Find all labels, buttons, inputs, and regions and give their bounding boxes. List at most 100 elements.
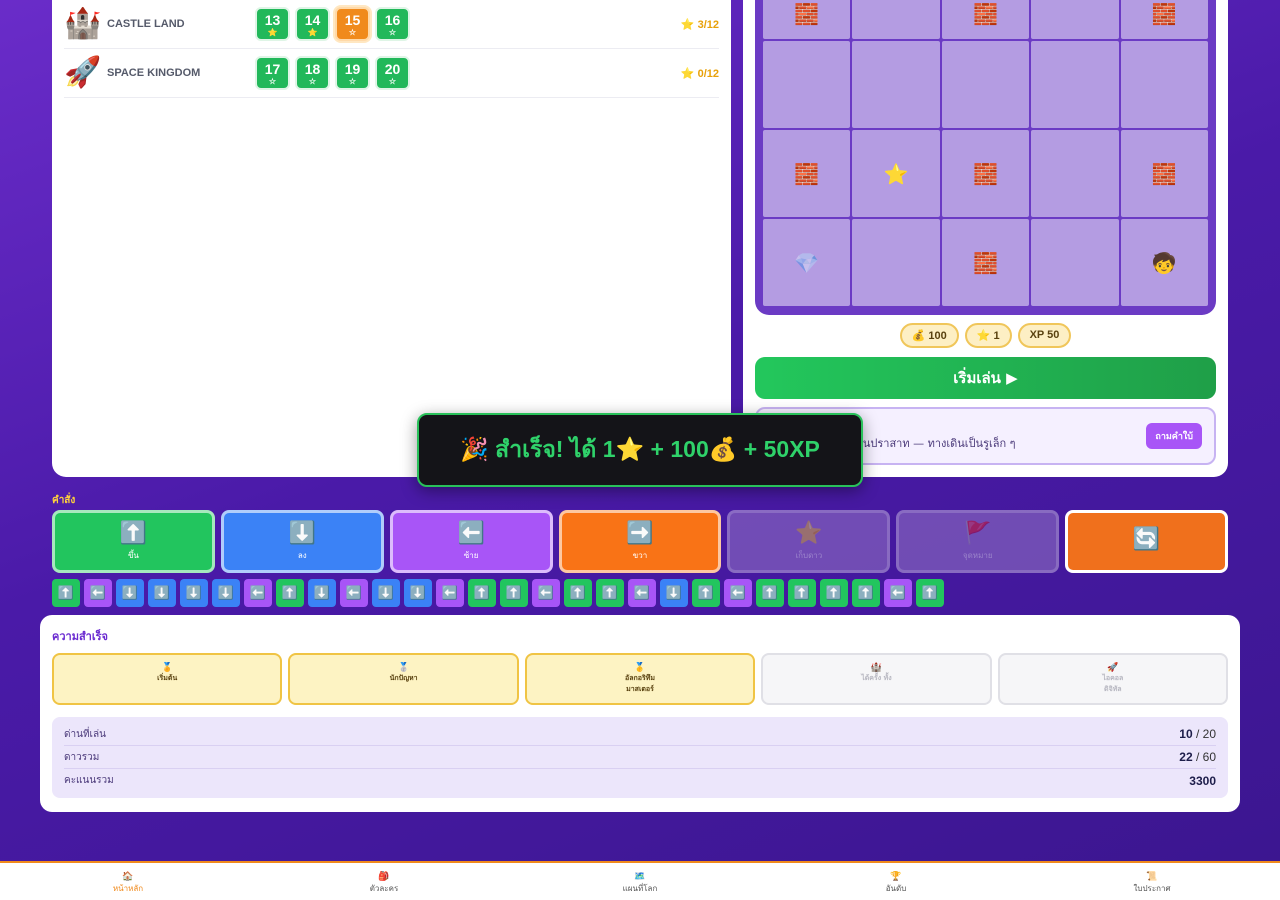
sequence-step-down[interactable]: ⬇️ [308,579,336,607]
world-row: 🏰 CASTLE LAND 13 ⭐ 14 ⭐ 15 ☆ 16 ☆ ⭐ 3/12 [64,0,719,49]
sequence-step-up[interactable]: ⬆️ [852,579,880,607]
left-button[interactable]: ⬅️ ซ้าย [389,510,553,573]
stat-value: 22 / 60 [1179,750,1216,764]
board-cell [1031,130,1119,217]
board-cell: 🧱 [1120,0,1208,39]
sequence-step-up[interactable]: ⬆️ [788,579,816,607]
ask-hint-button[interactable]: ถามคำใบ้ [1146,423,1202,449]
stat-number: 3300 [1189,773,1216,788]
level-button-15[interactable]: 15 ☆ [335,7,370,41]
sequence-step-up[interactable]: ⬆️ [756,579,784,607]
level-number: 18 [304,61,321,77]
down-button[interactable]: ⬇️ ลง [220,510,384,573]
medal-icon: 🥇 [634,663,646,673]
level-number: 16 [384,12,401,28]
sequence-step-down[interactable]: ⬇️ [180,579,208,607]
sequence-step-down[interactable]: ⬇️ [148,579,176,607]
sequence-step-up[interactable]: ⬆️ [596,579,624,607]
sequence-step-down[interactable]: ⬇️ [372,579,400,607]
sequence-step-up[interactable]: ⬆️ [692,579,720,607]
sequence-step-left[interactable]: ⬅️ [532,579,560,607]
command-label: เก็บดาว [795,551,823,560]
board-cell [852,0,940,39]
arrow-right-icon: ➡️ [626,521,654,546]
level-button-17[interactable]: 17 ☆ [255,56,290,90]
sequence-step-up[interactable]: ⬆️ [500,579,528,607]
flag-icon: 🚩 [964,521,992,546]
achievements-title: ความสำเร็จ [52,630,108,643]
sequence-step-left[interactable]: ⬅️ [84,579,112,607]
game-panel: 🧱🧱🧱🧱⭐🧱🧱💎🧱🧒 💰 100 ⭐ 1 XP 50 เริ่มเล่น ▶ 🧙… [743,0,1228,477]
star-icon: ☆ [388,28,397,37]
star-icon: ☆ [388,77,397,86]
achievement-label: เริ่มต้น [157,674,178,682]
world-name: CASTLE LAND [107,18,185,30]
level-chips: 13 ⭐ 14 ⭐ 15 ☆ 16 ☆ [255,7,410,41]
right-button[interactable]: ➡️ ขวา [558,510,722,573]
sequence-step-left[interactable]: ⬅️ [628,579,656,607]
nav-world-map[interactable]: 🗺️ แผนที่โลก [512,863,768,900]
nav-label: ใบประกาศ [1133,884,1171,893]
stats-box: ด่านที่เล่น 10 / 20 ดาวรวม 22 / 60 คะแนนรวม 3… [52,717,1228,798]
board-cell: 🧱 [1120,130,1208,217]
board-cell: 🧱 [941,130,1030,217]
sequence-step-up[interactable]: ⬆️ [916,579,944,607]
sequence-step-up[interactable]: ⬆️ [564,579,592,607]
board-cell [852,219,940,306]
level-button-20[interactable]: 20 ☆ [375,56,410,90]
sequence-step-down[interactable]: ⬇️ [660,579,688,607]
nav-character[interactable]: 🎒 ตัวละคร [256,863,512,900]
sequence-step-left[interactable]: ⬅️ [884,579,912,607]
trophy-icon: 🏆 [890,872,902,882]
level-button-14[interactable]: 14 ⭐ [295,7,330,41]
sequence-step-left[interactable]: ⬅️ [724,579,752,607]
brick-wall-icon: 🧱 [794,1,820,26]
board-cell: 🧱 [763,0,851,39]
sequence-step-down[interactable]: ⬇️ [212,579,240,607]
sequence-step-up[interactable]: ⬆️ [276,579,304,607]
stat-total: / 60 [1192,750,1216,764]
arrow-left-icon: ⬅️ [457,521,485,546]
gem-icon: 💎 [794,250,820,275]
level-button-16[interactable]: 16 ☆ [375,7,410,41]
nav-home[interactable]: 🏠 หน้าหลัก [0,863,256,900]
command-label: ขวา [632,551,648,560]
world-star-count: ⭐ 0/12 [680,67,719,80]
sequence-step-left[interactable]: ⬅️ [436,579,464,607]
board-cell: 🧱 [763,130,851,217]
sequence-step-up[interactable]: ⬆️ [52,579,80,607]
castle-icon: 🏰 [64,6,102,41]
command-label: ลง [297,551,307,560]
level-number: 17 [264,61,281,77]
brick-wall-icon: 🧱 [973,250,998,275]
level-button-13[interactable]: 13 ⭐ [255,7,290,41]
level-button-18[interactable]: 18 ☆ [295,56,330,90]
arrow-up-icon: ⬆️ [119,521,148,546]
board-cell [1031,219,1119,306]
stat-total: / 20 [1192,727,1216,741]
level-number: 14 [304,12,321,28]
stat-label: ด่านที่เล่น [64,728,106,740]
level-button-19[interactable]: 19 ☆ [335,56,370,90]
command-label: ขึ้น [127,551,139,560]
star-icon: ⭐ [267,28,278,37]
resource-bar: 💰 100 ⭐ 1 XP 50 [743,323,1228,348]
sequence-step-up[interactable]: ⬆️ [820,579,848,607]
play-button[interactable]: เริ่มเล่น ▶ [755,357,1216,399]
sequence-step-down[interactable]: ⬇️ [404,579,432,607]
sequence-step-left[interactable]: ⬅️ [340,579,368,607]
achievements-panel: ความสำเร็จ 🏅 เริ่มต้น 🥈 นักปัญหา 🥇 อัลกอริทึม… [40,615,1240,812]
game-board: 🧱 🧱 🧱 🧱 ⭐ 🧱 🧱 💎 🧱 🧒 [755,0,1216,315]
up-button[interactable]: ⬆️ ขึ้น [52,510,215,573]
reset-button[interactable]: 🔄 [1065,510,1229,573]
nav-leaderboard[interactable]: 🏆 อันดับ [768,863,1024,900]
star-icon: ⭐ [883,161,909,186]
nav-label: แผนที่โลก [622,884,658,893]
nav-certificate[interactable]: 📜 ใบประกาศ [1024,863,1280,900]
sequence-step-up[interactable]: ⬆️ [468,579,496,607]
world-star-count: ⭐ 3/12 [680,18,719,31]
sequence-step-left[interactable]: ⬅️ [244,579,272,607]
map-icon: 🗺️ [634,872,646,882]
sequence-step-down[interactable]: ⬇️ [116,579,144,607]
backpack-icon: 🎒 [378,872,390,882]
